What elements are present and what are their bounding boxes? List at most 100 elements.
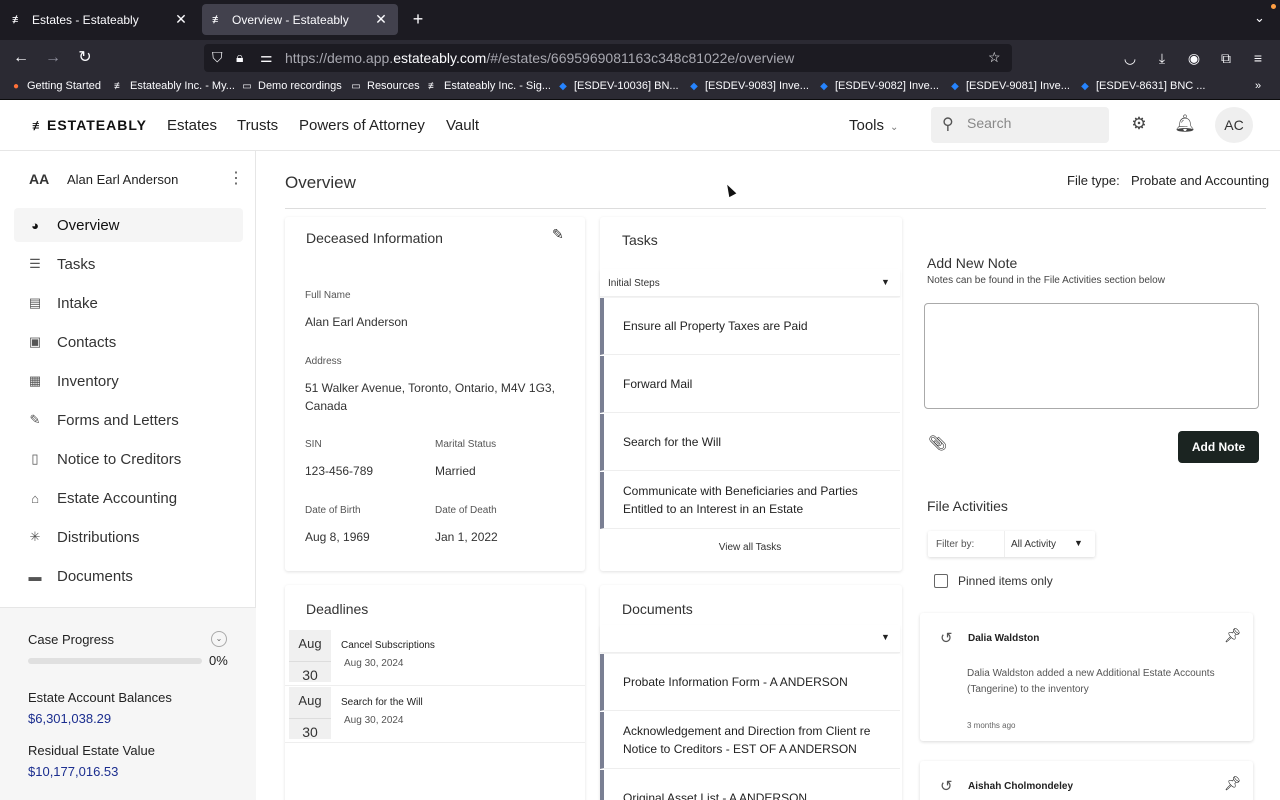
close-icon[interactable]: ✕ [374, 11, 388, 28]
deadline-item[interactable]: Aug 30 Cancel Subscriptions Aug 30, 2024 [285, 630, 585, 686]
bookmark-item[interactable]: ≢ Estateably Inc. - Sig... [427, 80, 551, 92]
shield-icon[interactable]: ⛉ [212, 49, 223, 66]
nav-vault[interactable]: Vault [446, 117, 479, 134]
bookmark-item[interactable]: ● Getting Started [10, 80, 101, 92]
tools-dropdown[interactable]: Tools ⌄ [849, 117, 898, 134]
nav-trusts[interactable]: Trusts [237, 117, 278, 134]
browser-tab[interactable]: ≢ Estates - Estateably ✕ [2, 4, 198, 35]
download-icon[interactable]: ⤓ [1152, 48, 1172, 68]
bookmark-item[interactable]: ◆ [ESDEV-9083] Inve... [688, 80, 809, 92]
forward-icon[interactable]: → [43, 48, 63, 68]
jira-icon: ◆ [951, 80, 959, 92]
full-name-label: Full Name [305, 290, 351, 301]
task-item[interactable]: Forward Mail [600, 356, 900, 413]
browser-tab-active[interactable]: ≢ Overview - Estateably ✕ [202, 4, 398, 35]
deadline-date: Aug 30, 2024 [344, 658, 404, 669]
url-text[interactable]: https://demo.app.estateably.com/#/estate… [285, 50, 794, 66]
nav-estates[interactable]: Estates [167, 117, 217, 134]
note-textarea[interactable] [924, 303, 1259, 409]
sidebar-item-contacts[interactable]: ▣ Contacts [14, 325, 243, 359]
extensions-icon[interactable]: ⧉ [1216, 48, 1236, 68]
view-all-tasks-link[interactable]: View all Tasks [600, 542, 900, 553]
sidebar-item-forms-and-letters[interactable]: ✎ Forms and Letters [14, 403, 243, 437]
account-icon[interactable]: ◉ [1184, 48, 1204, 68]
bookmark-item[interactable]: ≢ Estateably Inc. - My... [113, 80, 235, 92]
document-item[interactable]: Original Asset List - A ANDERSON [600, 770, 900, 800]
estateably-icon: ≢ [114, 80, 124, 92]
search-input[interactable] [967, 115, 1097, 131]
task-item[interactable]: Communicate with Beneficiaries and Parti… [600, 472, 900, 529]
activity-item[interactable]: ↺ Dalia Waldston 📌︎ Dalia Waldston added… [920, 613, 1253, 741]
task-item[interactable]: Ensure all Property Taxes are Paid [600, 298, 900, 355]
lock-icon[interactable]: 🔒︎ [236, 49, 243, 66]
jira-icon: ◆ [559, 80, 567, 92]
more-bookmarks-icon[interactable]: » [1255, 80, 1261, 92]
pin-icon[interactable]: 📌︎ [1224, 775, 1242, 792]
bookmark-item[interactable]: ◆ [ESDEV-9081] Inve... [949, 80, 1070, 92]
address-line-2: Canada [305, 399, 348, 413]
new-tab-icon[interactable]: + [408, 9, 428, 30]
bookmark-folder[interactable]: ▭ Demo recordings [241, 80, 342, 92]
menu-icon[interactable]: ≡ [1248, 48, 1268, 68]
edit-icon[interactable]: ✎ [552, 226, 564, 243]
search-box[interactable]: ⚲ [931, 107, 1109, 143]
reload-icon[interactable]: ↻ [75, 48, 95, 68]
deadline-title: Search for the Will [341, 697, 423, 708]
app-header: ≢ ESTATEABLY Estates Trusts Powers of Att… [0, 100, 1280, 151]
sidebar-item-tasks[interactable]: ☰ Tasks [14, 247, 243, 281]
avatar[interactable]: AC [1215, 107, 1253, 143]
deadline-date-badge: Aug 30 [289, 630, 331, 683]
activity-filter-select[interactable]: Filter by: All Activity ▼ [928, 531, 1095, 557]
sidebar-item-distributions[interactable]: ✳ Distributions [14, 520, 243, 554]
estateably-logo[interactable]: ≢ ESTATEABLY [32, 117, 147, 133]
sidebar-item-estate-accounting[interactable]: ⌂ Estate Accounting [14, 481, 243, 515]
notification-dot [1271, 4, 1276, 9]
file-type-value: Probate and Accounting [1131, 173, 1270, 188]
sidebar-item-notice-to-creditors[interactable]: ▯ Notice to Creditors [14, 442, 243, 476]
estateably-icon: ≢ [212, 13, 223, 26]
sidebar-item-documents[interactable]: ▬ Documents [14, 559, 243, 593]
more-vertical-icon[interactable]: ⋮ [228, 168, 244, 188]
chevron-down-icon[interactable]: ⌄ [211, 631, 227, 647]
deadlines-card: Deadlines Aug 30 Cancel Subscriptions Au… [285, 585, 585, 800]
bookmark-item[interactable]: ◆ [ESDEV-10036] BN... [557, 80, 678, 92]
pocket-icon[interactable]: ◡ [1120, 48, 1140, 68]
pin-icon[interactable]: 📌︎ [1224, 627, 1242, 644]
bookmark-item[interactable]: ◆ [ESDEV-9082] Inve... [818, 80, 939, 92]
file-activities-title: File Activities [927, 498, 1008, 514]
pinned-only-checkbox[interactable] [934, 574, 948, 588]
permissions-icon[interactable]: ⚌ [260, 49, 273, 66]
card-title: Deceased Information [306, 230, 443, 246]
folder-icon: ▭ [351, 80, 361, 92]
sidebar-item-inventory[interactable]: ▦ Inventory [14, 364, 243, 398]
document-filter-select[interactable]: ▼ [600, 625, 900, 653]
sidebar-item-intake[interactable]: ▤ Intake [14, 286, 243, 320]
task-group-select[interactable]: Initial Steps ▼ [600, 269, 900, 297]
estateably-icon: ≢ [428, 80, 438, 92]
pinned-only-label[interactable]: Pinned items only [958, 574, 1053, 588]
bell-icon[interactable]: 🔔︎ [1174, 114, 1196, 134]
residual-value: $10,177,016.53 [28, 764, 119, 779]
chevron-down-icon[interactable]: ⌄ [1254, 10, 1265, 26]
sidebar-item-overview[interactable]: ◕ Overview [14, 208, 243, 242]
clipboard-icon: ▯ [31, 451, 39, 466]
gear-icon[interactable]: ⚙ [1128, 114, 1150, 134]
back-icon[interactable]: ← [11, 48, 31, 68]
bookmark-star-icon[interactable]: ☆ [988, 49, 1001, 66]
add-note-button[interactable]: Add Note [1178, 431, 1259, 463]
jira-icon: ◆ [1081, 80, 1089, 92]
task-item[interactable]: Search for the Will [600, 414, 900, 471]
activity-item[interactable]: ↺ Aishah Cholmondeley 📌︎ [920, 761, 1253, 800]
history-icon: ↺ [940, 630, 953, 647]
folder-icon: ▭ [242, 80, 252, 92]
document-item[interactable]: Probate Information Form - A ANDERSON [600, 654, 900, 711]
full-name-value: Alan Earl Anderson [305, 315, 408, 329]
url-bar[interactable]: ⛉ 🔒︎ ⚌ https://demo.app.estateably.com/#… [204, 44, 1012, 72]
bookmark-folder[interactable]: ▭ Resources [350, 80, 419, 92]
deadline-item[interactable]: Aug 30 Search for the Will Aug 30, 2024 [285, 687, 585, 743]
bookmark-item[interactable]: ◆ [ESDEV-8631] BNC ... [1079, 80, 1205, 92]
document-item[interactable]: Acknowledgement and Direction from Clien… [600, 712, 900, 769]
close-icon[interactable]: ✕ [174, 11, 188, 28]
nav-powers-of-attorney[interactable]: Powers of Attorney [299, 117, 425, 134]
attachment-icon[interactable]: 📎︎ [928, 434, 947, 452]
